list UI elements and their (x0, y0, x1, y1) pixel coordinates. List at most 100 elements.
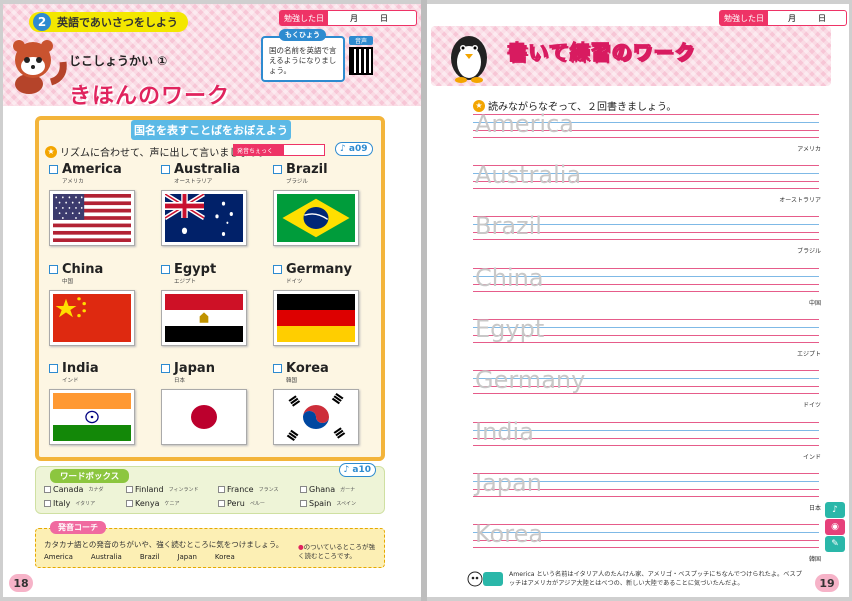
checkbox[interactable] (218, 486, 225, 493)
country-kana: オーストラリア (174, 179, 213, 185)
audio-track-label: a09 (348, 144, 368, 154)
writing-row[interactable]: China 中国 (473, 264, 821, 307)
china-flag-icon (49, 290, 135, 346)
pron-word: Australia (90, 553, 122, 561)
listen-icon[interactable]: ♪ (825, 502, 845, 518)
checkbox[interactable] (161, 165, 170, 174)
country-kana: インド (62, 378, 79, 384)
country-cell-india: India インド (49, 361, 159, 461)
country-cell-egypt: Egypt エジプト (161, 262, 271, 362)
trace-text: Brazil (475, 212, 542, 240)
us-flag-icon (49, 190, 135, 246)
checkbox[interactable] (273, 265, 282, 274)
writing-row[interactable]: Egypt エジプト (473, 315, 821, 358)
brazil-flag-icon (273, 190, 359, 246)
country-name: Brazil (286, 162, 328, 177)
studied-label: 勉強した日 (720, 11, 768, 25)
qr-code[interactable]: 音声 (349, 36, 373, 75)
word-item: Peru ペルー (218, 499, 265, 508)
row-kana: 中国 (808, 300, 821, 307)
checkbox[interactable] (218, 500, 225, 507)
writing-row[interactable]: Australia オーストラリア (473, 161, 821, 204)
right-page: 勉強した日 月 日 書いて練習のワーク ★ 読みながらなぞって、２回書きましょう… (427, 4, 849, 597)
country-kana: ドイツ (286, 279, 303, 285)
country-box: 国名を表すことばをおぼえよう ★ リズムに合わせて、声に出して言いましょう。 発… (35, 116, 385, 461)
writing-row[interactable]: America アメリカ (473, 110, 821, 153)
checkbox[interactable] (44, 500, 51, 507)
word-en: Peru (227, 499, 245, 508)
checkbox[interactable] (49, 364, 58, 373)
word-jp: フィンランド (168, 487, 199, 493)
audio-track[interactable]: ♪ a09 (335, 142, 373, 156)
pronunciation-note-text: のついているところが強く読むところです。 (298, 543, 375, 560)
checkbox[interactable] (300, 486, 307, 493)
subtitle: じこしょうかい ① (69, 54, 168, 68)
writing-row[interactable]: India インド (473, 420, 821, 461)
trace-text: Korea (475, 520, 544, 548)
lesson-title: 英語であいさつをしよう (57, 16, 178, 29)
goal-label: もくひょう (279, 29, 326, 41)
checkbox[interactable] (300, 500, 307, 507)
qr-label: 音声 (349, 36, 373, 45)
row-kana: アメリカ (797, 146, 821, 153)
checkbox[interactable] (44, 486, 51, 493)
row-kana: エジプト (796, 351, 821, 358)
checkbox[interactable] (126, 500, 133, 507)
row-kana: インド (802, 454, 821, 461)
pron-word: Korea (214, 553, 235, 561)
trace-text: China (475, 264, 544, 292)
row-kana: ドイツ (802, 402, 821, 409)
speak-icon[interactable]: ◉ (825, 519, 845, 535)
trace-text: Egypt (475, 315, 545, 343)
row-kana: 日本 (808, 505, 821, 512)
country-name: Australia (174, 162, 241, 177)
pronunciation-text: カタカナ語との発音のちがいや、強く読むところに気をつけましょう。 (44, 540, 284, 549)
pron-word: America (44, 553, 73, 561)
word-jp: ケニア (164, 501, 180, 507)
pron-word: Brazil (139, 553, 160, 561)
country-kana: ブラジル (286, 179, 308, 185)
page-title: 書いて練習のワーク (506, 40, 696, 65)
checkbox[interactable] (126, 486, 133, 493)
writing-row[interactable]: Germany ドイツ (473, 368, 821, 409)
qr-icon (349, 47, 373, 75)
checkbox[interactable] (273, 364, 282, 373)
country-cell-america: America アメリカ (49, 162, 159, 262)
australia-flag-icon (161, 190, 247, 246)
checkbox[interactable] (49, 265, 58, 274)
country-name: China (62, 262, 104, 277)
lesson-tag: 2 英語であいさつをしよう (29, 12, 188, 32)
pronunciation-check[interactable]: 発音ちぇっく (233, 144, 325, 156)
trace-text: Japan (475, 469, 542, 497)
word-en: Finland (135, 485, 164, 494)
checkbox[interactable] (49, 165, 58, 174)
korea-flag-icon (273, 389, 359, 445)
studied-label: 勉強した日 (280, 11, 328, 25)
writing-row[interactable]: Korea 韓国 (473, 520, 821, 563)
writing-row[interactable]: Brazil ブラジル (473, 212, 821, 255)
country-name: Japan (174, 361, 215, 376)
trace-text: America (475, 110, 574, 138)
studied-date: 勉強した日 月 日 (279, 10, 417, 26)
writing-row[interactable]: Japan 日本 (473, 469, 821, 512)
day-label: 日 (818, 13, 826, 23)
month-label: 月 (788, 13, 796, 23)
page-number: 19 (815, 574, 839, 592)
pronunciation-label: 発音コーチ (50, 521, 106, 534)
left-page: 2 英語であいさつをしよう じこしょうかい ① きほんのワーク 勉強した日 月 … (3, 4, 421, 597)
trace-text: Australia (475, 161, 582, 189)
word-en: Canada (53, 485, 84, 494)
row-kana: オーストラリア (779, 197, 821, 204)
write-icon[interactable]: ✎ (825, 536, 845, 552)
country-name: America (62, 162, 122, 177)
word-box-audio[interactable]: ♪ a10 (338, 463, 376, 477)
word-box-audio-label: a10 (352, 465, 371, 475)
checkbox[interactable] (273, 165, 282, 174)
word-en: Italy (53, 499, 71, 508)
side-tabs: ♪ ◉ ✎ (825, 502, 847, 553)
india-flag-icon (49, 389, 135, 445)
checkbox[interactable] (161, 265, 170, 274)
word-item: Finland フィンランド (126, 485, 199, 494)
checkbox[interactable] (161, 364, 170, 373)
country-cell-japan: Japan 日本 (161, 361, 271, 461)
